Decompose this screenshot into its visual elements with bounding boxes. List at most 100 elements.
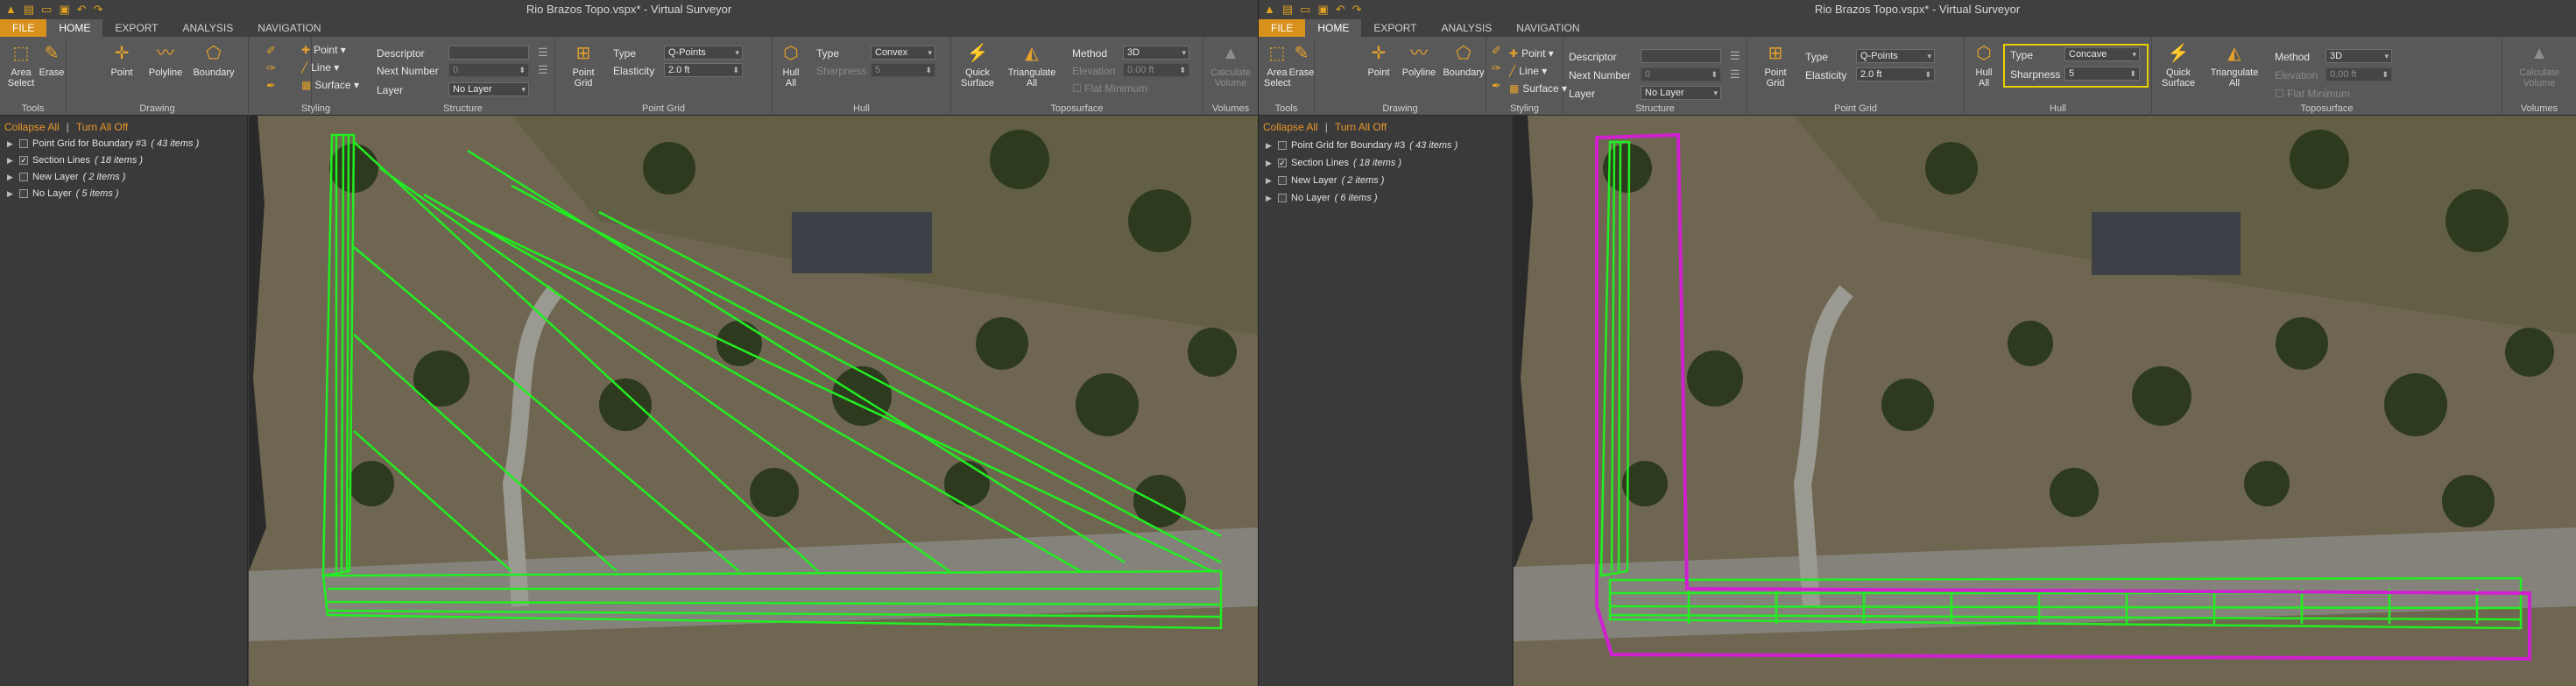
tab-home[interactable]: HOME xyxy=(46,19,103,37)
eyedropper-icon[interactable]: ✑ xyxy=(266,61,276,75)
flat-minimum-checkbox[interactable]: ☐ Flat Minimum xyxy=(2275,88,2350,100)
expand-icon[interactable]: ▶ xyxy=(7,189,15,199)
expand-icon[interactable]: ▶ xyxy=(7,156,15,166)
layer-checkbox[interactable] xyxy=(1278,194,1287,202)
line-style-icon: ╱ xyxy=(1509,65,1516,77)
sharpness-input[interactable]: 5 ⬍ xyxy=(2064,67,2140,81)
turn-all-off-link[interactable]: Turn All Off xyxy=(76,121,128,133)
method-select[interactable]: 3D ▾ xyxy=(2325,49,2392,63)
elevation-input[interactable]: 0.00 ft ⬍ xyxy=(2325,67,2392,81)
tab-navigation[interactable]: NAVIGATION xyxy=(245,19,333,37)
styling-line-button[interactable]: ╱ Line ▾ xyxy=(301,61,339,74)
triangulate-all-button[interactable]: ◭ Triangulate All xyxy=(1004,42,1060,88)
polyline-button[interactable]: 〰 Polyline xyxy=(145,42,186,78)
number-list-icon[interactable]: ☰ xyxy=(1730,67,1740,81)
styling-surface-button[interactable]: ▦ Surface ▾ xyxy=(1509,82,1567,95)
quick-surface-button[interactable]: ⚡ Quick Surface xyxy=(958,42,997,88)
layer-checkbox[interactable]: ✓ xyxy=(1278,159,1287,167)
polyline-button[interactable]: 〰 Polyline xyxy=(1399,42,1439,78)
styling-point-button[interactable]: ✚ Point ▾ xyxy=(1509,47,1554,60)
hull-type-select[interactable]: Concave ▾ xyxy=(2064,47,2140,61)
map-viewport[interactable] xyxy=(249,116,1258,686)
expand-icon[interactable]: ▶ xyxy=(1266,159,1274,168)
expand-icon[interactable]: ▶ xyxy=(1266,141,1274,151)
erase-button[interactable]: ✎ Erase xyxy=(39,42,65,78)
collapse-all-link[interactable]: Collapse All xyxy=(4,121,60,133)
turn-all-off-link[interactable]: Turn All Off xyxy=(1335,121,1387,133)
point-button[interactable]: ✛ Point xyxy=(1364,42,1394,78)
hull-type-select[interactable]: Convex ▾ xyxy=(871,46,935,60)
calculate-volume-button[interactable]: ▲ Calculate Volume xyxy=(1207,42,1254,88)
layer-checkbox[interactable]: ✓ xyxy=(19,156,28,165)
tab-file[interactable]: FILE xyxy=(0,19,47,37)
layer-select[interactable]: No Layer ▾ xyxy=(448,82,529,96)
collapse-all-link[interactable]: Collapse All xyxy=(1263,121,1318,133)
triangulate-all-button[interactable]: ◭ Triangulate All xyxy=(2206,42,2262,88)
layer-item[interactable]: ▶ Point Grid for Boundary #3( 43 items ) xyxy=(7,137,199,151)
layer-item[interactable]: ▶ ✓ Section Lines( 18 items ) xyxy=(7,153,143,167)
descriptor-input[interactable] xyxy=(448,46,529,60)
boundary-button[interactable]: ⬠ Boundary xyxy=(191,42,236,78)
elasticity-input[interactable]: 2.0 ft ⬍ xyxy=(664,63,743,77)
elevation-input[interactable]: 0.00 ft ⬍ xyxy=(1123,63,1189,77)
eraser-icon: ✎ xyxy=(1294,44,1309,63)
layer-checkbox[interactable] xyxy=(19,173,28,181)
flat-minimum-checkbox[interactable]: ☐ Flat Minimum xyxy=(1072,82,1147,95)
layer-item[interactable]: ▶ No Layer( 5 items ) xyxy=(7,187,119,201)
method-select[interactable]: 3D ▾ xyxy=(1123,46,1189,60)
next-number-input[interactable]: 0 ⬍ xyxy=(1641,67,1721,81)
point-button[interactable]: ✛ Point xyxy=(107,42,137,78)
map-viewport[interactable] xyxy=(1514,116,2576,686)
sharpness-input[interactable]: 5 ⬍ xyxy=(871,63,935,77)
descriptor-list-icon[interactable]: ☰ xyxy=(538,46,548,60)
descriptor-input[interactable] xyxy=(1641,49,1721,63)
paint-icon[interactable]: ✒ xyxy=(1492,79,1501,93)
tab-analysis[interactable]: ANALYSIS xyxy=(1429,19,1504,37)
volume-icon: ▲ xyxy=(1222,44,1239,63)
tab-file[interactable]: FILE xyxy=(1259,19,1306,37)
calculate-volume-button[interactable]: ▲ Calculate Volume xyxy=(2513,42,2565,88)
layer-select[interactable]: No Layer ▾ xyxy=(1641,86,1721,100)
layer-checkbox[interactable] xyxy=(1278,141,1287,150)
expand-icon[interactable]: ▶ xyxy=(7,173,15,182)
hull-all-button[interactable]: ⬡ Hull All xyxy=(1968,42,2000,88)
number-list-icon[interactable]: ☰ xyxy=(538,63,548,77)
expand-icon[interactable]: ▶ xyxy=(1266,176,1274,186)
expand-icon[interactable]: ▶ xyxy=(1266,194,1274,203)
elasticity-input[interactable]: 2.0 ft ⬍ xyxy=(1856,67,1935,81)
layer-checkbox[interactable] xyxy=(1278,176,1287,185)
eyedropper-icon[interactable]: ✑ xyxy=(1492,61,1501,75)
tab-home[interactable]: HOME xyxy=(1305,19,1362,37)
layer-item[interactable]: ▶ No Layer( 6 items ) xyxy=(1266,191,1378,205)
area-select-button[interactable]: ⬚ Area Select xyxy=(5,42,37,88)
point-grid-button[interactable]: ⊞ Point Grid xyxy=(566,42,601,88)
next-number-input[interactable]: 0 ⬍ xyxy=(448,63,529,77)
styling-point-button[interactable]: ✚ Point ▾ xyxy=(301,44,346,56)
layer-item[interactable]: ▶ New Layer( 2 items ) xyxy=(7,170,125,184)
layer-item[interactable]: ▶ New Layer( 2 items ) xyxy=(1266,173,1384,187)
layer-checkbox[interactable] xyxy=(19,189,28,198)
styling-line-button[interactable]: ╱ Line ▾ xyxy=(1509,65,1547,77)
layer-checkbox[interactable] xyxy=(19,139,28,148)
area-select-button[interactable]: ⬚ Area Select xyxy=(1264,42,1291,88)
tab-analysis[interactable]: ANALYSIS xyxy=(170,19,245,37)
expand-icon[interactable]: ▶ xyxy=(7,139,15,149)
descriptor-list-icon[interactable]: ☰ xyxy=(1730,49,1740,63)
quick-surface-button[interactable]: ⚡ Quick Surface xyxy=(2159,42,2198,88)
grid-type-select[interactable]: Q-Points ▾ xyxy=(664,46,743,60)
paint-icon[interactable]: ✒ xyxy=(266,79,276,93)
layer-item[interactable]: ▶ Point Grid for Boundary #3( 43 items ) xyxy=(1266,138,1457,152)
grid-type-select[interactable]: Q-Points ▾ xyxy=(1856,49,1935,63)
brush-icon[interactable]: ✐ xyxy=(1492,44,1501,58)
tab-export[interactable]: EXPORT xyxy=(1361,19,1429,37)
brush-icon[interactable]: ✐ xyxy=(266,44,276,58)
tab-navigation[interactable]: NAVIGATION xyxy=(1504,19,1591,37)
point-grid-button[interactable]: ⊞ Point Grid xyxy=(1758,42,1793,88)
boundary-button[interactable]: ⬠ Boundary xyxy=(1441,42,1486,78)
styling-surface-button[interactable]: ▦ Surface ▾ xyxy=(301,79,359,91)
layer-item[interactable]: ▶ ✓ Section Lines( 18 items ) xyxy=(1266,156,1401,170)
tab-export[interactable]: EXPORT xyxy=(102,19,170,37)
method-label: Method xyxy=(1072,47,1108,60)
hull-all-button[interactable]: ⬡ Hull All xyxy=(778,42,804,88)
erase-button[interactable]: ✎ Erase xyxy=(1288,42,1315,78)
